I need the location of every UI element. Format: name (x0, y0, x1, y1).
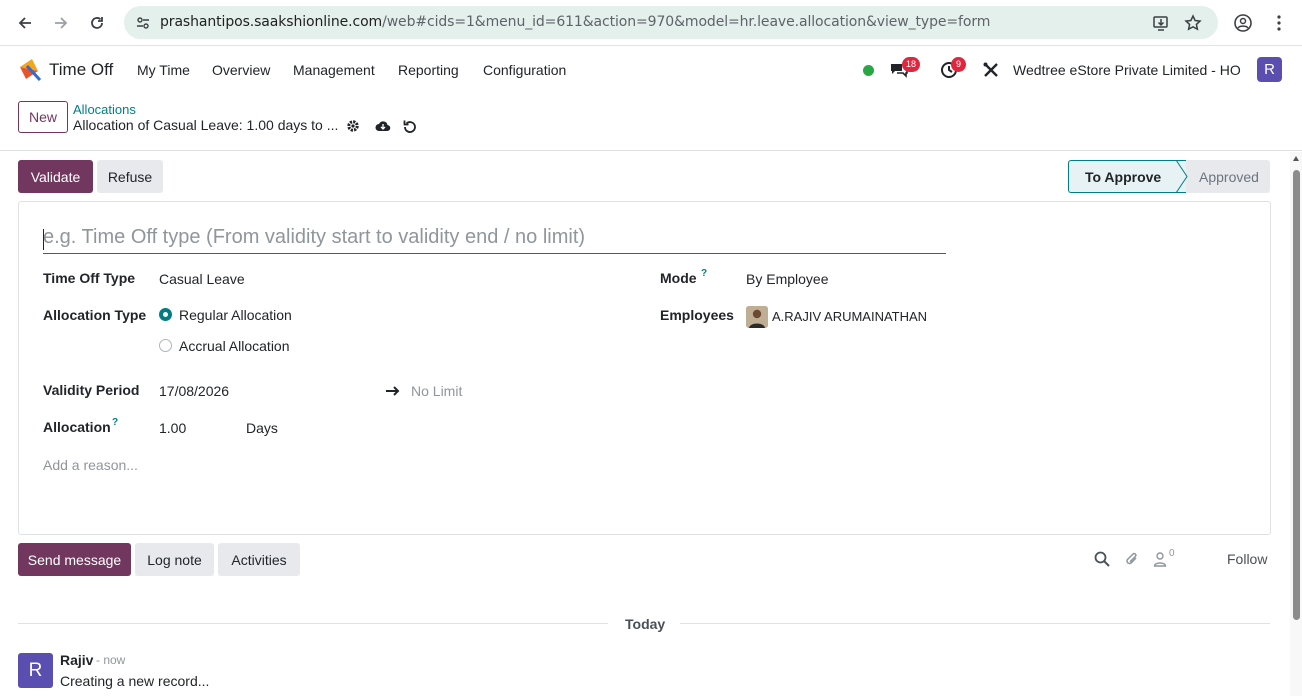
allocation-name-input[interactable]: e.g. Time Off type (From validity start … (43, 226, 946, 254)
followers-count: 0 (1169, 548, 1175, 559)
address-bar[interactable]: prashantipos.saakshionline.com/web#cids=… (124, 6, 1218, 39)
url-host: prashantipos.saakshionline.com (160, 14, 383, 30)
mode-help-icon[interactable]: ? (701, 268, 707, 279)
profile-icon[interactable] (1231, 11, 1255, 35)
time-off-app-icon[interactable] (18, 57, 42, 81)
status-bar: Approved To Approve (1068, 160, 1270, 193)
status-arrow (1176, 160, 1188, 193)
regular-allocation-label[interactable]: Regular Allocation (179, 307, 292, 323)
regular-allocation-radio[interactable] (159, 308, 172, 321)
url-path: /web#cids=1&menu_id=611&action=970&model… (382, 14, 991, 30)
log-note-button[interactable]: Log note (135, 543, 214, 576)
scroll-thumb[interactable] (1293, 170, 1300, 620)
paperclip-icon[interactable] (1123, 550, 1141, 568)
allocation-unit: Days (246, 420, 278, 436)
company-switcher[interactable]: Wedtree eStore Private Limited - HO (1013, 62, 1241, 78)
mode-label: Mode (660, 270, 697, 286)
menu-my-time[interactable]: My Time (137, 62, 190, 78)
text-caret (43, 229, 44, 250)
url-text: prashantipos.saakshionline.com/web#cids=… (160, 14, 990, 30)
refuse-button[interactable]: Refuse (97, 160, 163, 193)
separator-line-left (18, 623, 608, 624)
send-message-button[interactable]: Send message (18, 543, 131, 576)
validity-period-label: Validity Period (43, 382, 140, 398)
status-approved[interactable]: Approved (1176, 160, 1270, 193)
discard-undo-icon[interactable] (402, 118, 418, 134)
breadcrumb-current: Allocation of Casual Leave: 1.00 days to… (73, 117, 339, 133)
presence-status-dot (863, 65, 874, 76)
allocation-name-placeholder: e.g. Time Off type (From validity start … (43, 226, 586, 248)
activities-button[interactable]: Activities (218, 543, 300, 576)
allocation-days-input[interactable]: 1.00 (159, 420, 186, 436)
status-to-approve-label: To Approve (1085, 168, 1162, 185)
validate-button[interactable]: Validate (18, 160, 93, 193)
activities-badge: 9 (951, 57, 966, 72)
app-name[interactable]: Time Off (49, 60, 113, 80)
messages-badge: 18 (902, 57, 921, 72)
debug-tools-icon[interactable] (982, 61, 1000, 79)
status-to-approve[interactable]: To Approve (1068, 160, 1186, 193)
search-icon[interactable] (1093, 550, 1111, 568)
date-separator: Today (625, 616, 666, 632)
validity-end-field[interactable]: No Limit (411, 383, 462, 399)
allocation-help-icon[interactable]: ? (112, 417, 118, 428)
message-time: - now (96, 653, 126, 667)
forward-icon[interactable] (49, 11, 73, 35)
new-button[interactable]: New (18, 101, 68, 133)
separator-line-right (680, 623, 1270, 624)
employee-tag[interactable]: A.RAJIV ARUMAINATHAN (772, 309, 927, 324)
mode-field[interactable]: By Employee (746, 271, 828, 287)
reload-icon[interactable] (85, 11, 109, 35)
user-avatar[interactable]: R (1257, 57, 1282, 82)
message-author[interactable]: Rajiv (60, 652, 93, 668)
message-body: Creating a new record... (60, 673, 210, 689)
time-off-type-field[interactable]: Casual Leave (159, 271, 245, 287)
allocation-type-label: Allocation Type (43, 307, 147, 323)
browser-toolbar: prashantipos.saakshionline.com/web#cids=… (0, 0, 1302, 46)
followers-icon[interactable] (1151, 550, 1169, 568)
back-icon[interactable] (13, 11, 37, 35)
control-panel: New Allocations Allocation of Casual Lea… (0, 93, 1302, 151)
form-sheet: e.g. Time Off type (From validity start … (18, 201, 1271, 535)
save-cloud-icon[interactable] (375, 118, 391, 134)
form-view: Validate Refuse Approved To Approve e.g.… (0, 152, 1302, 696)
message-author-avatar[interactable]: R (18, 653, 53, 688)
menu-overview[interactable]: Overview (212, 62, 270, 78)
accrual-allocation-label[interactable]: Accrual Allocation (179, 338, 290, 354)
main-navbar: Time Off My Time Overview Management Rep… (0, 47, 1302, 93)
validity-start-field[interactable]: 17/08/2026 (159, 383, 229, 399)
install-app-icon[interactable] (1152, 14, 1170, 32)
gear-icon[interactable] (345, 118, 361, 134)
accrual-allocation-radio[interactable] (159, 339, 172, 352)
bookmark-star-icon[interactable] (1184, 14, 1202, 32)
scroll-up-arrow[interactable] (1293, 156, 1299, 161)
arrow-right-icon (386, 386, 401, 396)
menu-reporting[interactable]: Reporting (398, 62, 459, 78)
menu-management[interactable]: Management (293, 62, 375, 78)
follow-button[interactable]: Follow (1227, 551, 1267, 567)
employee-avatar (746, 306, 768, 328)
reason-input[interactable]: Add a reason... (43, 457, 138, 473)
menu-configuration[interactable]: Configuration (483, 62, 566, 78)
breadcrumb-allocations[interactable]: Allocations (73, 102, 136, 117)
allocation-label: Allocation (43, 419, 111, 435)
status-approved-label: Approved (1199, 168, 1259, 185)
page-scrollbar[interactable] (1290, 152, 1302, 696)
time-off-type-label: Time Off Type (43, 270, 136, 286)
browser-menu-icon[interactable] (1267, 11, 1291, 35)
employees-label: Employees (660, 307, 734, 323)
site-info-icon[interactable] (135, 15, 151, 31)
